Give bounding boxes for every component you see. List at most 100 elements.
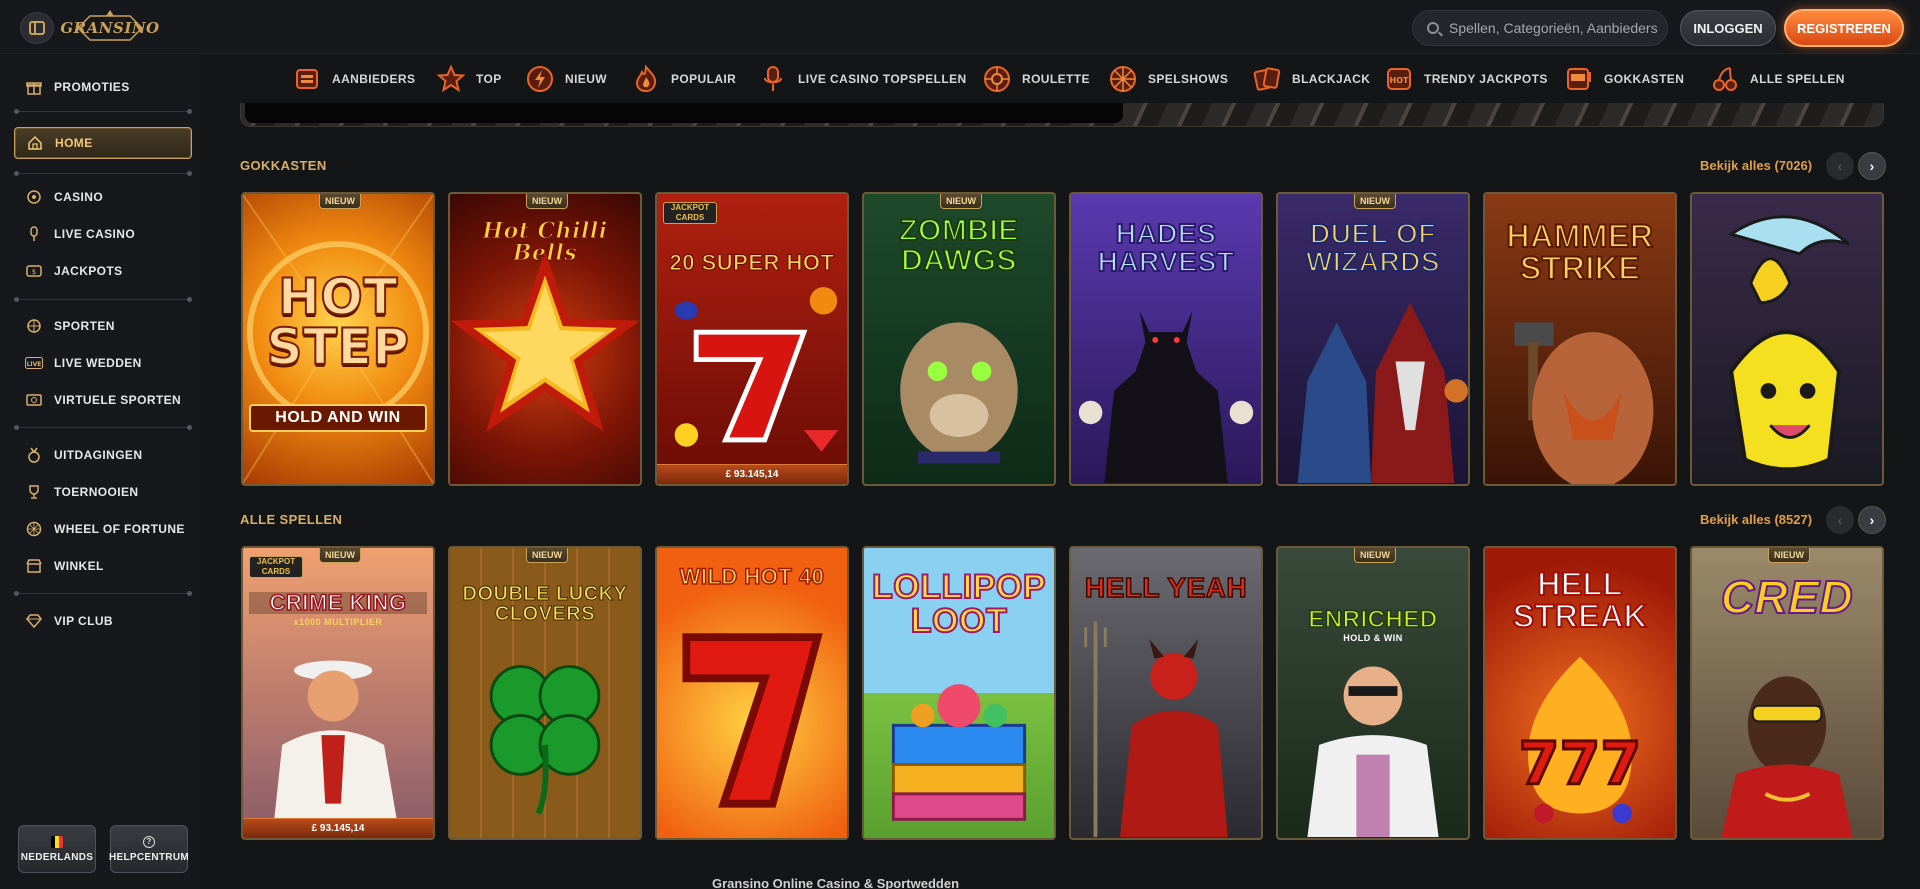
category-alle-spellen[interactable]: ALLE SPELLEN: [1710, 63, 1845, 95]
game-card-crime-king[interactable]: NIEUW JACKPOT CARDS CRIME KING x1000 MUL…: [241, 546, 435, 840]
seven-art: [674, 287, 839, 452]
sidebar-item-toernooien[interactable]: TOERNOOIEN: [14, 476, 192, 508]
roulette-icon: [984, 66, 1010, 92]
game-title: LOLLIPOP LOOT: [871, 568, 1047, 640]
row-next-button[interactable]: ›: [1858, 152, 1886, 180]
game-title: WILD HOT 40: [679, 564, 825, 589]
game-card-hammer-strike[interactable]: HAMMER STRIKE: [1483, 192, 1677, 486]
category-blackjack[interactable]: BLACKJACK: [1252, 63, 1370, 95]
game-card-hell-streak[interactable]: 777 HELL STREAK: [1483, 546, 1677, 840]
game-title: 20 SUPER HOT: [669, 250, 835, 275]
view-all-gokkasten[interactable]: Bekijk alles (7026): [1700, 158, 1812, 173]
view-all-alle-spellen[interactable]: Bekijk alles (8527): [1700, 512, 1812, 527]
category-top[interactable]: TOP: [436, 63, 502, 95]
sidebar-toggle-icon: [29, 21, 45, 35]
sidebar-item-label: SPORTEN: [54, 319, 115, 333]
sidebar-item-winkel[interactable]: WINKEL: [14, 550, 192, 582]
ball-icon: [24, 316, 44, 336]
sidebar-item-promoties[interactable]: PROMOTIES: [14, 71, 192, 103]
cherry-icon: [1713, 67, 1737, 91]
wheel-icon: [24, 519, 44, 539]
game-card-enriched[interactable]: NIEUW ENRICHED HOLD & WIN: [1276, 546, 1470, 840]
sidebar-item-label: LIVE WEDDEN: [54, 356, 142, 370]
jackpot-amount: £ 93.145,14: [243, 818, 433, 838]
new-badge: NIEUW: [1768, 548, 1810, 563]
virtual-sports-icon: [24, 390, 44, 410]
sidebar-divider: [14, 297, 192, 302]
row-prev-button[interactable]: ‹: [1826, 506, 1854, 534]
star-icon: [436, 64, 466, 93]
sidebar-item-label: WHEEL OF FORTUNE: [54, 522, 185, 536]
search-box[interactable]: [1412, 10, 1668, 46]
sidebar-item-sporten[interactable]: SPORTEN: [14, 310, 192, 342]
svg-text:HOT: HOT: [1390, 76, 1409, 85]
trophy-icon: [24, 482, 44, 502]
row-next-button[interactable]: ›: [1858, 506, 1886, 534]
search-input[interactable]: [1449, 20, 1659, 36]
category-gokkasten[interactable]: GOKKASTEN: [1564, 63, 1684, 95]
game-title: HELL STREAK: [1512, 566, 1648, 634]
category-populair[interactable]: POPULAIR: [631, 63, 736, 95]
category-aanbieders[interactable]: AANBIEDERS: [292, 63, 415, 95]
game-card-20-super-hot[interactable]: JACKPOT CARDS 20 SUPER HOT £ 93.145,14: [655, 192, 849, 486]
jackpot-amount: £ 93.145,14: [657, 464, 847, 484]
game-card-hot-step[interactable]: NIEUW HOT STEP HOLD AND WIN: [241, 192, 435, 486]
sidebar-item-vip-club[interactable]: VIP CLUB: [14, 605, 192, 637]
chevron-left-icon: ‹: [1837, 158, 1843, 174]
help-icon: ?: [143, 835, 155, 848]
sidebar-item-uitdagingen[interactable]: UITDAGINGEN: [14, 439, 192, 471]
game-card-cred[interactable]: NIEUW CRED: [1690, 546, 1884, 840]
sidebar-divider: [14, 109, 192, 114]
sidebar-item-casino[interactable]: CASINO: [14, 181, 192, 213]
category-trendy-jackpots[interactable]: HOT TRENDY JACKPOTS: [1384, 63, 1548, 95]
chevron-right-icon: ›: [1869, 158, 1875, 174]
promo-banner-edge[interactable]: [240, 103, 1884, 127]
game-card-hot-chilli-bells[interactable]: NIEUW Hot Chilli Bells: [448, 192, 642, 486]
cards-icon: [1253, 67, 1281, 91]
register-button[interactable]: REGISTREREN: [1784, 9, 1904, 47]
row-prev-button[interactable]: ‹: [1826, 152, 1854, 180]
svg-text:777: 777: [1519, 729, 1642, 798]
game-card-hades-harvest[interactable]: HADES HARVEST: [1069, 192, 1263, 486]
category-nieuw[interactable]: NIEUW: [525, 63, 607, 95]
sidebar-item-live-casino[interactable]: LIVE CASINO: [14, 218, 192, 250]
game-card-lollipop-loot[interactable]: LOLLIPOP LOOT: [862, 546, 1056, 840]
language-button[interactable]: NEDERLANDS: [18, 825, 96, 873]
sidebar-item-wheel-of-fortune[interactable]: WHEEL OF FORTUNE: [14, 513, 192, 545]
sidebar-item-label: UITDAGINGEN: [54, 448, 143, 462]
new-badge: NIEUW: [940, 194, 982, 209]
game-card-crazy-bananas[interactable]: [1690, 192, 1884, 486]
game-title: ENRICHED: [1308, 606, 1438, 633]
sidebar-toggle-button[interactable]: [20, 12, 54, 44]
casino-icon: [24, 187, 44, 207]
medal-icon: [24, 445, 44, 465]
game-title: Hot Chilli Bells: [482, 218, 608, 266]
sidebar-item-label: HOME: [55, 136, 93, 150]
game-card-double-lucky-clovers[interactable]: NIEUW DOUBLE LUCKY CLOVERS: [448, 546, 642, 840]
category-roulette[interactable]: ROULETTE: [982, 63, 1090, 95]
providers-icon: [296, 69, 318, 89]
category-nav: AANBIEDERS TOP NIEUW POPULAIR LIVE CASIN…: [200, 55, 1920, 103]
svg-text:$: $: [32, 268, 36, 276]
logo-text: GRANSINO: [60, 19, 160, 37]
game-card-zombie-dawgs[interactable]: NIEUW ZOMBIE DAWGS: [862, 192, 1056, 486]
slot-machine-icon: [1567, 68, 1591, 90]
sidebar-item-jackpots[interactable]: $ JACKPOTS: [14, 255, 192, 287]
game-title: HADES HARVEST: [1097, 218, 1235, 277]
live-icon: LIVE: [24, 353, 44, 373]
sidebar-divider: [14, 425, 192, 430]
sidebar-item-live-wedden[interactable]: LIVE LIVE WEDDEN: [14, 347, 192, 379]
sidebar-item-home[interactable]: HOME: [14, 127, 192, 159]
game-card-duel-of-wizards[interactable]: NIEUW DUEL OF WIZARDS: [1276, 192, 1470, 486]
jackpot-cards-logo: JACKPOT CARDS: [663, 202, 717, 224]
site-logo[interactable]: GRANSINO: [60, 8, 159, 48]
game-card-wild-hot-40[interactable]: WILD HOT 40: [655, 546, 849, 840]
game-card-hell-yeah[interactable]: HELL YEAH: [1069, 546, 1263, 840]
sidebar-item-virtuele-sporten[interactable]: VIRTUELE SPORTEN: [14, 384, 192, 416]
category-spelshows[interactable]: SPELSHOWS: [1108, 63, 1228, 95]
sidebar-divider: [14, 171, 192, 176]
login-button[interactable]: INLOGGEN: [1680, 10, 1776, 46]
category-live-casino-topspellen[interactable]: LIVE CASINO TOPSPELLEN: [758, 63, 967, 95]
help-center-button[interactable]: ? HELPCENTRUM: [109, 825, 189, 873]
sidebar-item-label: PROMOTIES: [54, 80, 130, 94]
